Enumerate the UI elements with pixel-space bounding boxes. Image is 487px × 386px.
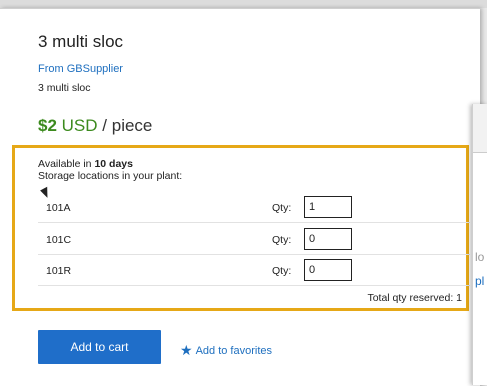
add-to-cart-button[interactable]: Add to cart (38, 330, 161, 364)
product-title: 3 multi sloc (38, 32, 124, 51)
availability-prefix: Available in (38, 158, 92, 170)
price: $2 USD / piece (38, 116, 152, 136)
availability-text: Available in 10 days (38, 158, 133, 170)
availability-lead-time: 10 days (94, 158, 133, 170)
qty-label: Qty: (272, 234, 292, 246)
side-window-fragment-text: lo (475, 250, 485, 264)
add-to-favorites-link[interactable]: ★ Add to favorites (180, 341, 272, 358)
price-currency: USD (61, 116, 98, 135)
add-to-favorites-label: Add to favorites (195, 345, 272, 357)
qty-input-101c[interactable] (304, 228, 352, 250)
location-name: 101C (46, 234, 72, 246)
location-row-101r: 101R Qty: (38, 257, 470, 286)
supplier-link[interactable]: From GBSupplier (38, 63, 123, 75)
location-row-101a: 101A Qty: (38, 194, 470, 223)
location-row-101c: 101C Qty: (38, 226, 470, 255)
side-window-fragment: lo pl (472, 104, 487, 385)
side-window-header (473, 104, 487, 153)
location-name: 101R (46, 265, 72, 277)
price-amount: $2 (38, 116, 57, 135)
qty-label: Qty: (272, 202, 292, 214)
top-strip (0, 0, 487, 8)
price-unit: / piece (102, 116, 153, 135)
star-icon: ★ (180, 342, 193, 358)
side-window-fragment-link[interactable]: pl (475, 274, 484, 288)
qty-label: Qty: (272, 265, 292, 277)
qty-input-101r[interactable] (304, 259, 352, 281)
product-subtitle: 3 multi sloc (38, 82, 91, 94)
qty-input-101a[interactable] (304, 196, 352, 218)
storage-locations-label: Storage locations in your plant: (38, 170, 183, 182)
location-name: 101A (46, 202, 71, 214)
total-qty-reserved: Total qty reserved: 1 (367, 292, 462, 304)
